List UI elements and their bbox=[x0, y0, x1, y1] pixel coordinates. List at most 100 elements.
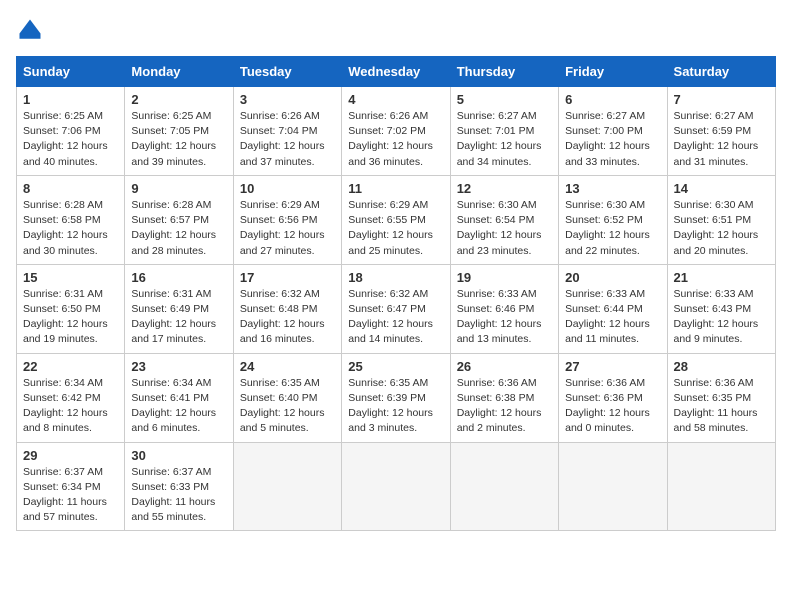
col-header-sunday: Sunday bbox=[17, 57, 125, 87]
day-number: 28 bbox=[674, 359, 769, 374]
calendar-cell: 1 Sunrise: 6:25 AMSunset: 7:06 PMDaylight… bbox=[17, 87, 125, 176]
day-detail: Sunrise: 6:34 AMSunset: 6:41 PMDaylight:… bbox=[131, 376, 226, 437]
col-header-tuesday: Tuesday bbox=[233, 57, 341, 87]
logo bbox=[16, 16, 48, 44]
day-number: 23 bbox=[131, 359, 226, 374]
day-number: 8 bbox=[23, 181, 118, 196]
day-detail: Sunrise: 6:31 AMSunset: 6:50 PMDaylight:… bbox=[23, 287, 118, 348]
day-detail: Sunrise: 6:29 AMSunset: 6:56 PMDaylight:… bbox=[240, 198, 335, 259]
day-detail: Sunrise: 6:28 AMSunset: 6:58 PMDaylight:… bbox=[23, 198, 118, 259]
day-detail: Sunrise: 6:26 AMSunset: 7:04 PMDaylight:… bbox=[240, 109, 335, 170]
calendar-cell: 2Sunrise: 6:25 AMSunset: 7:05 PMDaylight… bbox=[125, 87, 233, 176]
day-number: 30 bbox=[131, 448, 226, 463]
day-detail: Sunrise: 6:27 AMSunset: 6:59 PMDaylight:… bbox=[674, 109, 769, 170]
day-number: 13 bbox=[565, 181, 660, 196]
day-detail: Sunrise: 6:30 AMSunset: 6:54 PMDaylight:… bbox=[457, 198, 552, 259]
day-number: 16 bbox=[131, 270, 226, 285]
calendar-cell: 17 Sunrise: 6:32 AMSunset: 6:48 PMDayligh… bbox=[233, 264, 341, 353]
day-number: 11 bbox=[348, 181, 443, 196]
col-header-friday: Friday bbox=[559, 57, 667, 87]
calendar-cell: 9 Sunrise: 6:28 AMSunset: 6:57 PMDaylight… bbox=[125, 175, 233, 264]
day-number: 9 bbox=[131, 181, 226, 196]
calendar-table: SundayMondayTuesdayWednesdayThursdayFrid… bbox=[16, 56, 776, 531]
day-detail: Sunrise: 6:36 AMSunset: 6:38 PMDaylight:… bbox=[457, 376, 552, 437]
day-number: 6 bbox=[565, 92, 660, 107]
calendar-cell: 22 Sunrise: 6:34 AMSunset: 6:42 PMDayligh… bbox=[17, 353, 125, 442]
calendar-cell: 21Sunrise: 6:33 AMSunset: 6:43 PMDayligh… bbox=[667, 264, 775, 353]
day-number: 1 bbox=[23, 92, 118, 107]
day-detail: Sunrise: 6:30 AMSunset: 6:52 PMDaylight:… bbox=[565, 198, 660, 259]
day-detail: Sunrise: 6:36 AMSunset: 6:36 PMDaylight:… bbox=[565, 376, 660, 437]
calendar-cell: 25 Sunrise: 6:35 AMSunset: 6:39 PMDayligh… bbox=[342, 353, 450, 442]
col-header-thursday: Thursday bbox=[450, 57, 558, 87]
calendar-cell: 19 Sunrise: 6:33 AMSunset: 6:46 PMDayligh… bbox=[450, 264, 558, 353]
calendar-cell: 29 Sunrise: 6:37 AMSunset: 6:34 PMDayligh… bbox=[17, 442, 125, 531]
page-header bbox=[16, 16, 776, 44]
day-detail: Sunrise: 6:29 AMSunset: 6:55 PMDaylight:… bbox=[348, 198, 443, 259]
calendar-cell: 23 Sunrise: 6:34 AMSunset: 6:41 PMDayligh… bbox=[125, 353, 233, 442]
day-detail: Sunrise: 6:30 AMSunset: 6:51 PMDaylight:… bbox=[674, 198, 769, 259]
calendar-week-2: 8 Sunrise: 6:28 AMSunset: 6:58 PMDaylight… bbox=[17, 175, 776, 264]
day-detail: Sunrise: 6:32 AMSunset: 6:47 PMDaylight:… bbox=[348, 287, 443, 348]
day-number: 5 bbox=[457, 92, 552, 107]
day-number: 24 bbox=[240, 359, 335, 374]
day-detail: Sunrise: 6:28 AMSunset: 6:57 PMDaylight:… bbox=[131, 198, 226, 259]
day-number: 3 bbox=[240, 92, 335, 107]
day-detail: Sunrise: 6:35 AMSunset: 6:40 PMDaylight:… bbox=[240, 376, 335, 437]
calendar-cell: 15 Sunrise: 6:31 AMSunset: 6:50 PMDayligh… bbox=[17, 264, 125, 353]
day-detail: Sunrise: 6:25 AMSunset: 7:06 PMDaylight:… bbox=[23, 109, 118, 170]
day-number: 26 bbox=[457, 359, 552, 374]
day-number: 29 bbox=[23, 448, 118, 463]
calendar-cell bbox=[559, 442, 667, 531]
calendar-cell: 7 Sunrise: 6:27 AMSunset: 6:59 PMDaylight… bbox=[667, 87, 775, 176]
day-detail: Sunrise: 6:34 AMSunset: 6:42 PMDaylight:… bbox=[23, 376, 118, 437]
col-header-wednesday: Wednesday bbox=[342, 57, 450, 87]
calendar-week-4: 22 Sunrise: 6:34 AMSunset: 6:42 PMDayligh… bbox=[17, 353, 776, 442]
calendar-cell bbox=[233, 442, 341, 531]
day-number: 25 bbox=[348, 359, 443, 374]
calendar-cell: 18 Sunrise: 6:32 AMSunset: 6:47 PMDayligh… bbox=[342, 264, 450, 353]
day-detail: Sunrise: 6:33 AMSunset: 6:46 PMDaylight:… bbox=[457, 287, 552, 348]
day-detail: Sunrise: 6:33 AMSunset: 6:43 PMDaylight:… bbox=[674, 287, 769, 348]
calendar-cell: 8 Sunrise: 6:28 AMSunset: 6:58 PMDaylight… bbox=[17, 175, 125, 264]
day-detail: Sunrise: 6:36 AMSunset: 6:35 PMDaylight:… bbox=[674, 376, 769, 437]
calendar-cell: 5 Sunrise: 6:27 AMSunset: 7:01 PMDaylight… bbox=[450, 87, 558, 176]
day-detail: Sunrise: 6:31 AMSunset: 6:49 PMDaylight:… bbox=[131, 287, 226, 348]
calendar-cell: 14Sunrise: 6:30 AMSunset: 6:51 PMDayligh… bbox=[667, 175, 775, 264]
calendar-cell: 10 Sunrise: 6:29 AMSunset: 6:56 PMDayligh… bbox=[233, 175, 341, 264]
day-detail: Sunrise: 6:32 AMSunset: 6:48 PMDaylight:… bbox=[240, 287, 335, 348]
calendar-cell bbox=[667, 442, 775, 531]
day-number: 2 bbox=[131, 92, 226, 107]
col-header-monday: Monday bbox=[125, 57, 233, 87]
calendar-cell: 13 Sunrise: 6:30 AMSunset: 6:52 PMDayligh… bbox=[559, 175, 667, 264]
day-number: 27 bbox=[565, 359, 660, 374]
day-detail: Sunrise: 6:33 AMSunset: 6:44 PMDaylight:… bbox=[565, 287, 660, 348]
day-detail: Sunrise: 6:37 AMSunset: 6:34 PMDaylight:… bbox=[23, 465, 118, 526]
calendar-cell: 4Sunrise: 6:26 AMSunset: 7:02 PMDaylight… bbox=[342, 87, 450, 176]
calendar-cell: 6 Sunrise: 6:27 AMSunset: 7:00 PMDaylight… bbox=[559, 87, 667, 176]
calendar-cell: 12 Sunrise: 6:30 AMSunset: 6:54 PMDayligh… bbox=[450, 175, 558, 264]
col-header-saturday: Saturday bbox=[667, 57, 775, 87]
calendar-week-5: 29 Sunrise: 6:37 AMSunset: 6:34 PMDayligh… bbox=[17, 442, 776, 531]
day-detail: Sunrise: 6:27 AMSunset: 7:00 PMDaylight:… bbox=[565, 109, 660, 170]
day-number: 19 bbox=[457, 270, 552, 285]
day-number: 10 bbox=[240, 181, 335, 196]
day-number: 12 bbox=[457, 181, 552, 196]
calendar-week-3: 15 Sunrise: 6:31 AMSunset: 6:50 PMDayligh… bbox=[17, 264, 776, 353]
day-number: 15 bbox=[23, 270, 118, 285]
day-detail: Sunrise: 6:35 AMSunset: 6:39 PMDaylight:… bbox=[348, 376, 443, 437]
day-detail: Sunrise: 6:27 AMSunset: 7:01 PMDaylight:… bbox=[457, 109, 552, 170]
day-number: 17 bbox=[240, 270, 335, 285]
calendar-cell bbox=[450, 442, 558, 531]
calendar-cell: 3 Sunrise: 6:26 AMSunset: 7:04 PMDaylight… bbox=[233, 87, 341, 176]
calendar-cell: 28 Sunrise: 6:36 AMSunset: 6:35 PMDayligh… bbox=[667, 353, 775, 442]
calendar-cell bbox=[342, 442, 450, 531]
calendar-cell: 16 Sunrise: 6:31 AMSunset: 6:49 PMDayligh… bbox=[125, 264, 233, 353]
calendar-cell: 26 Sunrise: 6:36 AMSunset: 6:38 PMDayligh… bbox=[450, 353, 558, 442]
day-number: 4 bbox=[348, 92, 443, 107]
day-number: 22 bbox=[23, 359, 118, 374]
calendar-cell: 20Sunrise: 6:33 AMSunset: 6:44 PMDayligh… bbox=[559, 264, 667, 353]
day-number: 18 bbox=[348, 270, 443, 285]
day-detail: Sunrise: 6:37 AMSunset: 6:33 PMDaylight:… bbox=[131, 465, 226, 526]
day-number: 7 bbox=[674, 92, 769, 107]
